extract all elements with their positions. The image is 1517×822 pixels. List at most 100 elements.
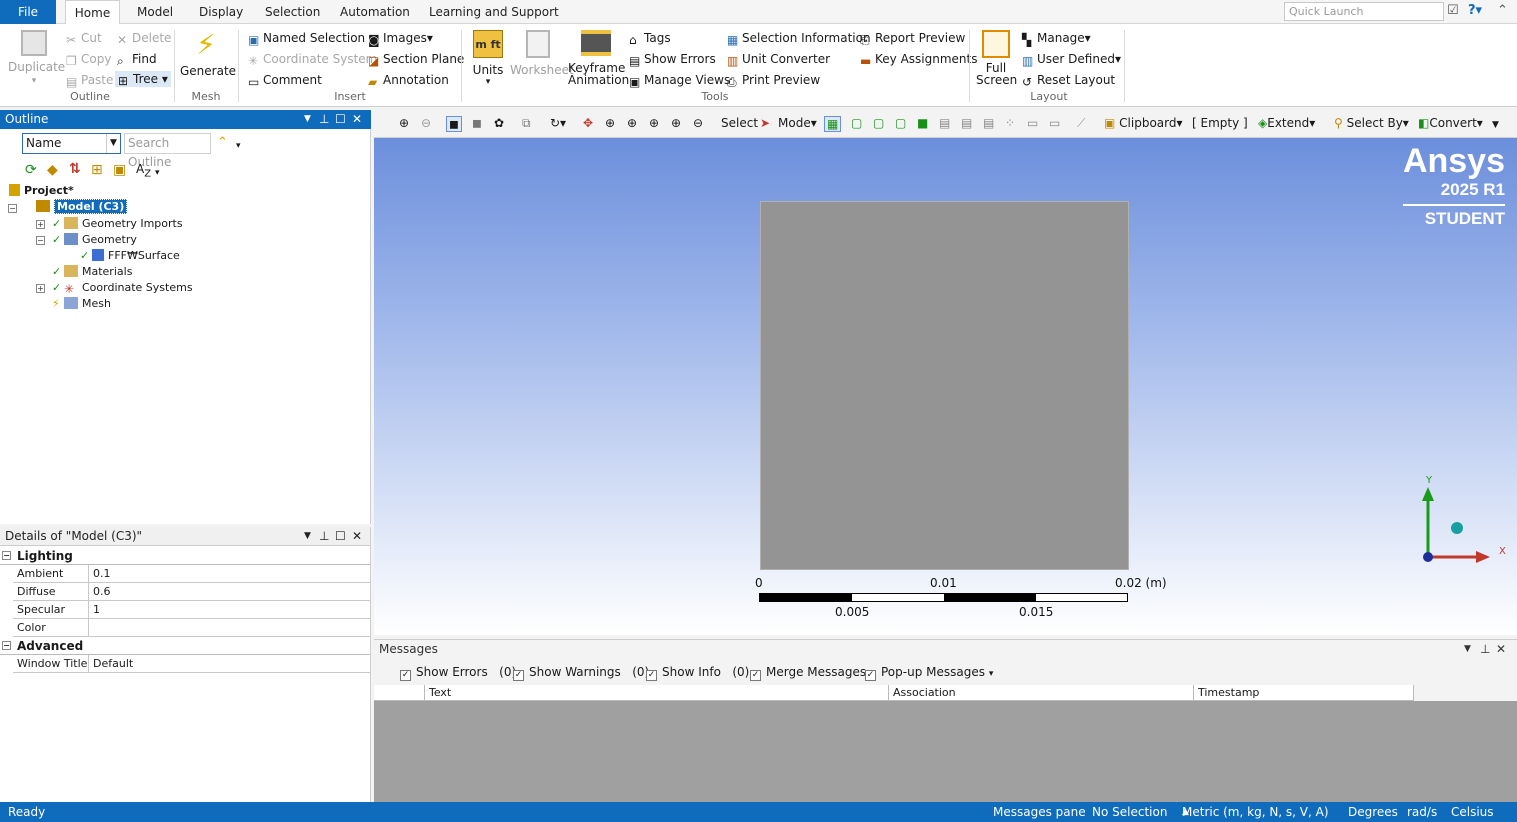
tree-node-project[interactable]: Project*: [9, 183, 74, 199]
file-menu[interactable]: File: [0, 0, 56, 24]
tree-button[interactable]: ⊞ Tree ▾: [115, 71, 171, 88]
select-face-icon[interactable]: ▢: [873, 116, 884, 130]
surface-body[interactable]: [760, 201, 1129, 570]
section-lighting[interactable]: − Lighting: [0, 547, 370, 565]
pin-icon[interactable]: ⊥: [319, 110, 329, 129]
maximize-icon[interactable]: ☐: [335, 110, 346, 129]
detail-value[interactable]: 1: [93, 601, 100, 618]
extend-button[interactable]: ◈Extend▾: [1258, 116, 1315, 130]
tree-node-geometry-imports[interactable]: Geometry Imports: [64, 216, 183, 232]
collapse-icon[interactable]: −: [2, 641, 11, 650]
wireframe-icon[interactable]: ✿: [494, 116, 504, 130]
keyframe-animation-button[interactable]: Keyframe Animation: [568, 30, 629, 86]
rotate-icon[interactable]: ↻▾: [550, 116, 566, 130]
pin-icon[interactable]: ⊥: [319, 527, 329, 546]
convert-button[interactable]: ◧Convert▾: [1418, 116, 1483, 130]
close-icon[interactable]: ✕: [352, 527, 362, 546]
shaded-icon[interactable]: ◼: [472, 116, 482, 130]
help-icon[interactable]: ?▾: [1468, 3, 1482, 18]
collapse-icon[interactable]: −: [36, 236, 45, 245]
isometric-view-ball[interactable]: [1451, 522, 1463, 534]
expand-icon[interactable]: +: [36, 284, 45, 293]
select-element-icon[interactable]: ▤: [939, 116, 950, 130]
column-text[interactable]: Text: [424, 685, 888, 701]
select-vertex-icon[interactable]: ▦: [824, 116, 842, 132]
sort-alpha-icon[interactable]: AZ: [136, 162, 151, 179]
full-screen-button[interactable]: Full Screen: [976, 30, 1017, 86]
cut-button[interactable]: ✂ Cut: [66, 30, 102, 47]
column-timestamp[interactable]: Timestamp: [1193, 685, 1414, 701]
messages-list[interactable]: [374, 701, 1517, 803]
detail-value[interactable]: 0.1: [93, 565, 111, 582]
collapse-icon[interactable]: −: [8, 204, 17, 213]
refresh-icon[interactable]: ⟳: [25, 162, 37, 178]
tab-automation[interactable]: Automation: [340, 0, 410, 24]
detail-row-window-title[interactable]: Window Title Default: [13, 655, 370, 673]
comment-button[interactable]: ▭ Comment: [248, 72, 322, 89]
chevron-down-icon[interactable]: ▾: [155, 168, 160, 178]
tree-node-surface[interactable]: FFF₩Surface: [92, 248, 180, 264]
zoom-prev-icon[interactable]: ⊕: [671, 116, 681, 130]
close-icon[interactable]: ✕: [352, 110, 362, 129]
coordinates-icon[interactable]: ⁘: [1005, 116, 1015, 130]
select-mesh-icon[interactable]: ▤: [983, 116, 994, 130]
find-button[interactable]: ⌕ Find: [117, 51, 157, 68]
named-selection-button[interactable]: ▣ Named Selection: [248, 30, 365, 47]
feedback-icon[interactable]: ☑: [1447, 3, 1459, 18]
show-info-toggle[interactable]: ✓ Show Info (0): [646, 665, 749, 681]
status-rate[interactable]: rad/s: [1407, 802, 1437, 822]
cube-icon[interactable]: ◼: [446, 116, 462, 132]
select-body-icon[interactable]: ▢: [895, 116, 906, 130]
reset-layout-button[interactable]: ↺ Reset Layout: [1022, 72, 1115, 89]
folder-icon[interactable]: ▣: [113, 162, 126, 178]
paste-button[interactable]: ▤ Paste: [66, 72, 113, 89]
pan-icon[interactable]: ✥: [583, 116, 593, 130]
select-node-icon[interactable]: ■: [917, 116, 928, 130]
label-icon[interactable]: ▭: [1027, 116, 1038, 130]
merge-messages-toggle[interactable]: ✓ Merge Messages: [750, 665, 866, 681]
annotation-icon[interactable]: ▭: [1049, 116, 1060, 130]
filter-select[interactable]: Name ▼: [22, 133, 121, 154]
detail-value[interactable]: 0.6: [93, 583, 111, 600]
close-icon[interactable]: ✕: [1496, 640, 1506, 659]
graphics-viewport[interactable]: Ansys 2025 R1 STUDENT 0 0.01 0.02 (m) 0.…: [374, 138, 1517, 635]
detail-row-diffuse[interactable]: Diffuse 0.6: [13, 583, 370, 601]
tree-node-mesh[interactable]: Mesh: [64, 296, 111, 312]
layers-icon[interactable]: ⧉: [522, 116, 531, 131]
tags-button[interactable]: ⌂ Tags: [629, 30, 671, 47]
show-errors-toggle[interactable]: ✓ Show Errors (0): [400, 665, 516, 681]
unit-converter-button[interactable]: ▥ Unit Converter: [727, 51, 830, 68]
overflow-icon[interactable]: ▼: [1492, 120, 1499, 130]
expand-all-icon[interactable]: ⊞: [91, 162, 103, 178]
quick-launch-input[interactable]: Quick Launch: [1284, 2, 1444, 21]
tag-icon[interactable]: ◆: [47, 162, 58, 178]
select-edge-icon[interactable]: ▢: [851, 116, 862, 130]
tab-selection[interactable]: Selection: [265, 0, 320, 24]
tree-node-materials[interactable]: Materials: [64, 264, 132, 280]
section-plane-button[interactable]: ◪ Section Plane: [368, 51, 464, 68]
user-defined-button[interactable]: ▥ User Defined▾: [1022, 51, 1121, 68]
detail-row-specular[interactable]: Specular 1: [13, 601, 370, 619]
sort-icon[interactable]: ⇅: [69, 161, 81, 177]
detail-row-ambient[interactable]: Ambient 0.1: [13, 565, 370, 583]
annotation-button[interactable]: ▰ Annotation: [368, 72, 449, 89]
report-preview-button[interactable]: ⎘ Report Preview: [860, 30, 965, 47]
copy-button[interactable]: ❐ Copy: [66, 51, 111, 68]
section-advanced[interactable]: − Advanced: [0, 637, 370, 655]
zoom-next-icon[interactable]: ⊖: [693, 116, 703, 130]
status-angle[interactable]: Degrees: [1348, 802, 1398, 822]
chevron-down-icon[interactable]: ▾: [236, 141, 241, 151]
key-assignments-button[interactable]: ▬ Key Assignments: [860, 51, 977, 68]
zoom-icon[interactable]: ⊕: [399, 116, 409, 130]
expand-icon[interactable]: +: [36, 220, 45, 229]
select-button[interactable]: Select: [721, 116, 758, 130]
search-outline-input[interactable]: Search Outline: [124, 133, 211, 169]
tab-home[interactable]: Home: [65, 0, 120, 25]
dropdown-icon[interactable]: ▼: [1464, 640, 1471, 659]
collapse-ribbon-icon[interactable]: ⌃: [1497, 3, 1508, 18]
selection-information-button[interactable]: ▦ Selection Information: [727, 30, 871, 47]
maximize-icon[interactable]: ☐: [335, 527, 346, 546]
units-button[interactable]: m ft Units ▾: [468, 30, 508, 88]
status-messages-pane[interactable]: Messages pane: [993, 802, 1086, 822]
tree-node-coordinate-systems[interactable]: ✳ Coordinate Systems: [64, 280, 193, 296]
